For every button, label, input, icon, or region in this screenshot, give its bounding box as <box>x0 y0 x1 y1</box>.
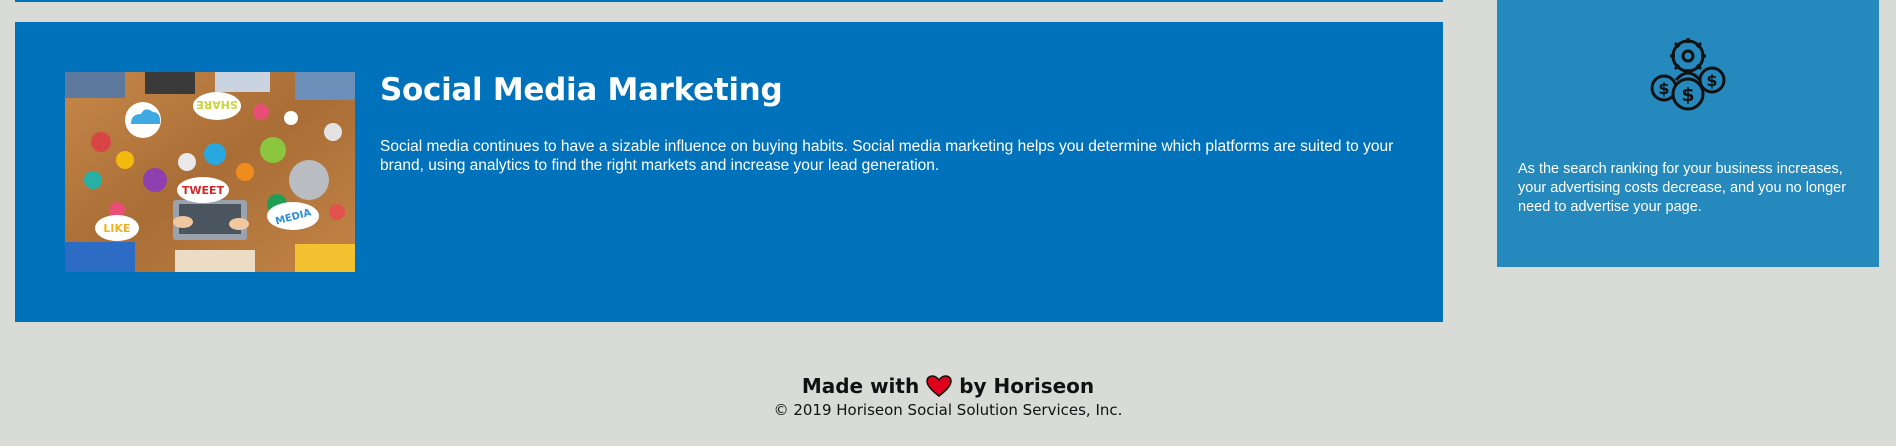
copyright-text: © 2019 Horiseon Social Solution Services… <box>773 401 1123 419</box>
section-title: Social Media Marketing <box>380 72 783 108</box>
social-media-illustration: SHARE TWEET LIKE MEDIA <box>65 72 355 272</box>
made-with-label: Made with <box>801 374 920 398</box>
social-media-marketing-section: SHARE TWEET LIKE MEDIA Social Media Mark… <box>15 22 1443 322</box>
svg-text:$: $ <box>1658 79 1669 98</box>
heart-icon <box>926 375 952 397</box>
svg-text:$: $ <box>1681 84 1694 106</box>
svg-text:$: $ <box>1706 71 1717 90</box>
benefit-cost-card: $ $ $ As the search ranking for your bus… <box>1497 0 1879 267</box>
benefit-description: As the search ranking for your business … <box>1518 161 1847 215</box>
by-horiseon-label: by Horiseon <box>959 374 1095 398</box>
tweet-bubble-text: TWEET <box>182 184 225 197</box>
section-description: Social media continues to have a sizable… <box>380 138 1394 174</box>
cost-savings-icon: $ $ $ <box>1650 38 1726 111</box>
share-bubble-text: SHARE <box>196 98 238 111</box>
page-footer: Made with by Horiseon © 2019 Horiseon So… <box>0 373 1896 420</box>
made-with-line: Made with by Horiseon <box>0 373 1896 399</box>
social-media-image: SHARE TWEET LIKE MEDIA <box>65 72 355 272</box>
like-bubble-text: LIKE <box>103 222 130 235</box>
previous-section-border <box>15 0 1443 2</box>
